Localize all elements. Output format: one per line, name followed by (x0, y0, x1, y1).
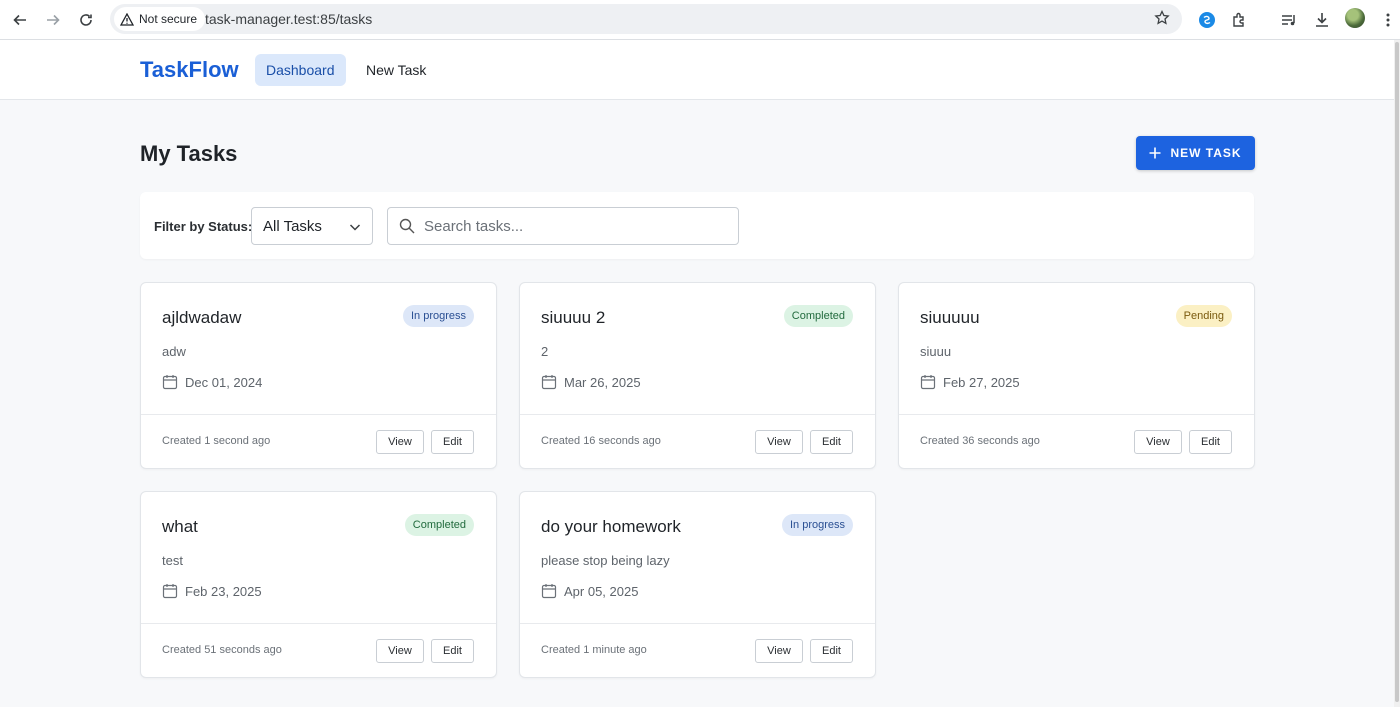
plus-icon (1149, 147, 1161, 159)
brand-logo[interactable]: TaskFlow (140, 57, 239, 83)
task-description: 2 (541, 344, 549, 359)
task-created-time: Created 51 seconds ago (162, 644, 282, 656)
task-title[interactable]: do your homework (541, 517, 681, 537)
task-created-time: Created 1 minute ago (541, 644, 647, 656)
task-description: adw (162, 344, 186, 359)
task-title[interactable]: siuuuuu (920, 308, 980, 328)
task-due-date-text: Apr 05, 2025 (564, 583, 639, 599)
task-card: siuuuuu Pending siuuu Feb 27, 2025 Creat… (898, 282, 1255, 469)
status-badge: In progress (781, 514, 853, 536)
task-title[interactable]: what (162, 517, 198, 537)
task-card: ajldwadaw In progress adw Dec 01, 2024 C… (140, 282, 497, 469)
calendar-icon (920, 375, 936, 390)
search-input[interactable] (424, 216, 724, 236)
new-task-button[interactable]: NEW TASK (1136, 136, 1255, 170)
task-created-time: Created 1 second ago (162, 435, 271, 447)
new-task-button-label: NEW TASK (1170, 146, 1242, 160)
edit-button[interactable]: Edit (1189, 430, 1232, 454)
edit-button[interactable]: Edit (431, 430, 474, 454)
edit-button[interactable]: Edit (810, 639, 853, 663)
status-badge: Pending (1175, 305, 1232, 327)
media-queue-icon[interactable] (1278, 9, 1300, 31)
security-chip[interactable]: Not secure (114, 7, 206, 31)
status-filter-label: Filter by Status: (154, 219, 253, 234)
task-card: do your homework In progress please stop… (519, 491, 876, 678)
status-badge: Completed (404, 514, 474, 536)
view-button[interactable]: View (376, 430, 424, 454)
app-header: TaskFlow Dashboard New Task (0, 40, 1394, 100)
page-title: My Tasks (140, 141, 238, 166)
view-button[interactable]: View (376, 639, 424, 663)
address-bar[interactable]: Not secure task-manager.test:85/tasks (110, 4, 1182, 34)
nav-dashboard[interactable]: Dashboard (255, 54, 346, 86)
download-icon[interactable] (1311, 9, 1333, 31)
status-badge: In progress (402, 305, 474, 327)
task-due-date-text: Feb 27, 2025 (943, 374, 1020, 390)
calendar-icon (541, 584, 557, 599)
status-badge: Completed (783, 305, 853, 327)
view-button[interactable]: View (755, 639, 803, 663)
task-card-footer: Created 16 seconds ago View Edit (520, 414, 875, 469)
task-due-date-text: Mar 26, 2025 (564, 374, 641, 390)
task-description: siuuu (920, 344, 952, 359)
edit-button[interactable]: Edit (431, 639, 474, 663)
task-card: siuuuu 2 Completed 2 Mar 26, 2025 Create… (519, 282, 876, 469)
calendar-icon (162, 584, 178, 599)
reload-icon[interactable] (74, 8, 98, 32)
task-created-time: Created 36 seconds ago (920, 435, 1040, 447)
view-button[interactable]: View (755, 430, 803, 454)
search-box[interactable] (387, 207, 739, 245)
filter-bar: Filter by Status: All Tasks (140, 192, 1254, 259)
profile-avatar[interactable] (1345, 8, 1365, 28)
nav-new-task[interactable]: New Task (355, 54, 437, 86)
task-title[interactable]: ajldwadaw (162, 308, 241, 328)
status-filter-select[interactable]: All Tasks (251, 207, 373, 245)
task-due-date: Feb 23, 2025 (162, 583, 262, 599)
url-text[interactable]: task-manager.test:85/tasks (205, 11, 372, 27)
view-button[interactable]: View (1134, 430, 1182, 454)
more-menu-icon[interactable] (1377, 9, 1399, 31)
task-description: test (162, 553, 183, 568)
task-card-footer: Created 51 seconds ago View Edit (141, 623, 496, 678)
browser-toolbar: Not secure task-manager.test:85/tasks (0, 0, 1400, 40)
task-due-date: Mar 26, 2025 (541, 374, 641, 390)
scrollbar-thumb[interactable] (1395, 42, 1399, 702)
search-icon (399, 218, 415, 239)
task-card-footer: Created 1 minute ago View Edit (520, 623, 875, 678)
task-due-date: Dec 01, 2024 (162, 374, 262, 390)
task-card-footer: Created 36 seconds ago View Edit (899, 414, 1254, 469)
security-label: Not secure (139, 12, 198, 26)
status-filter-value: All Tasks (263, 218, 322, 235)
extension-blue-icon[interactable] (1196, 9, 1218, 31)
task-card-footer: Created 1 second ago View Edit (141, 414, 496, 469)
task-description: please stop being lazy (541, 553, 670, 568)
back-icon[interactable] (8, 8, 32, 32)
chevron-down-icon (349, 220, 361, 238)
edit-button[interactable]: Edit (810, 430, 853, 454)
extensions-puzzle-icon[interactable] (1229, 9, 1251, 31)
calendar-icon (541, 375, 557, 390)
task-due-date: Feb 27, 2025 (920, 374, 1020, 390)
warning-icon (120, 12, 134, 26)
page-scrollbar[interactable] (1394, 40, 1400, 707)
task-due-date: Apr 05, 2025 (541, 583, 638, 599)
task-due-date-text: Dec 01, 2024 (185, 374, 263, 390)
task-due-date-text: Feb 23, 2025 (185, 583, 262, 599)
calendar-icon (162, 375, 178, 390)
forward-icon[interactable] (41, 8, 65, 32)
task-title[interactable]: siuuuu 2 (541, 308, 605, 328)
bookmark-star-icon[interactable] (1154, 9, 1170, 31)
task-card: what Completed test Feb 23, 2025 Created… (140, 491, 497, 678)
task-created-time: Created 16 seconds ago (541, 435, 661, 447)
